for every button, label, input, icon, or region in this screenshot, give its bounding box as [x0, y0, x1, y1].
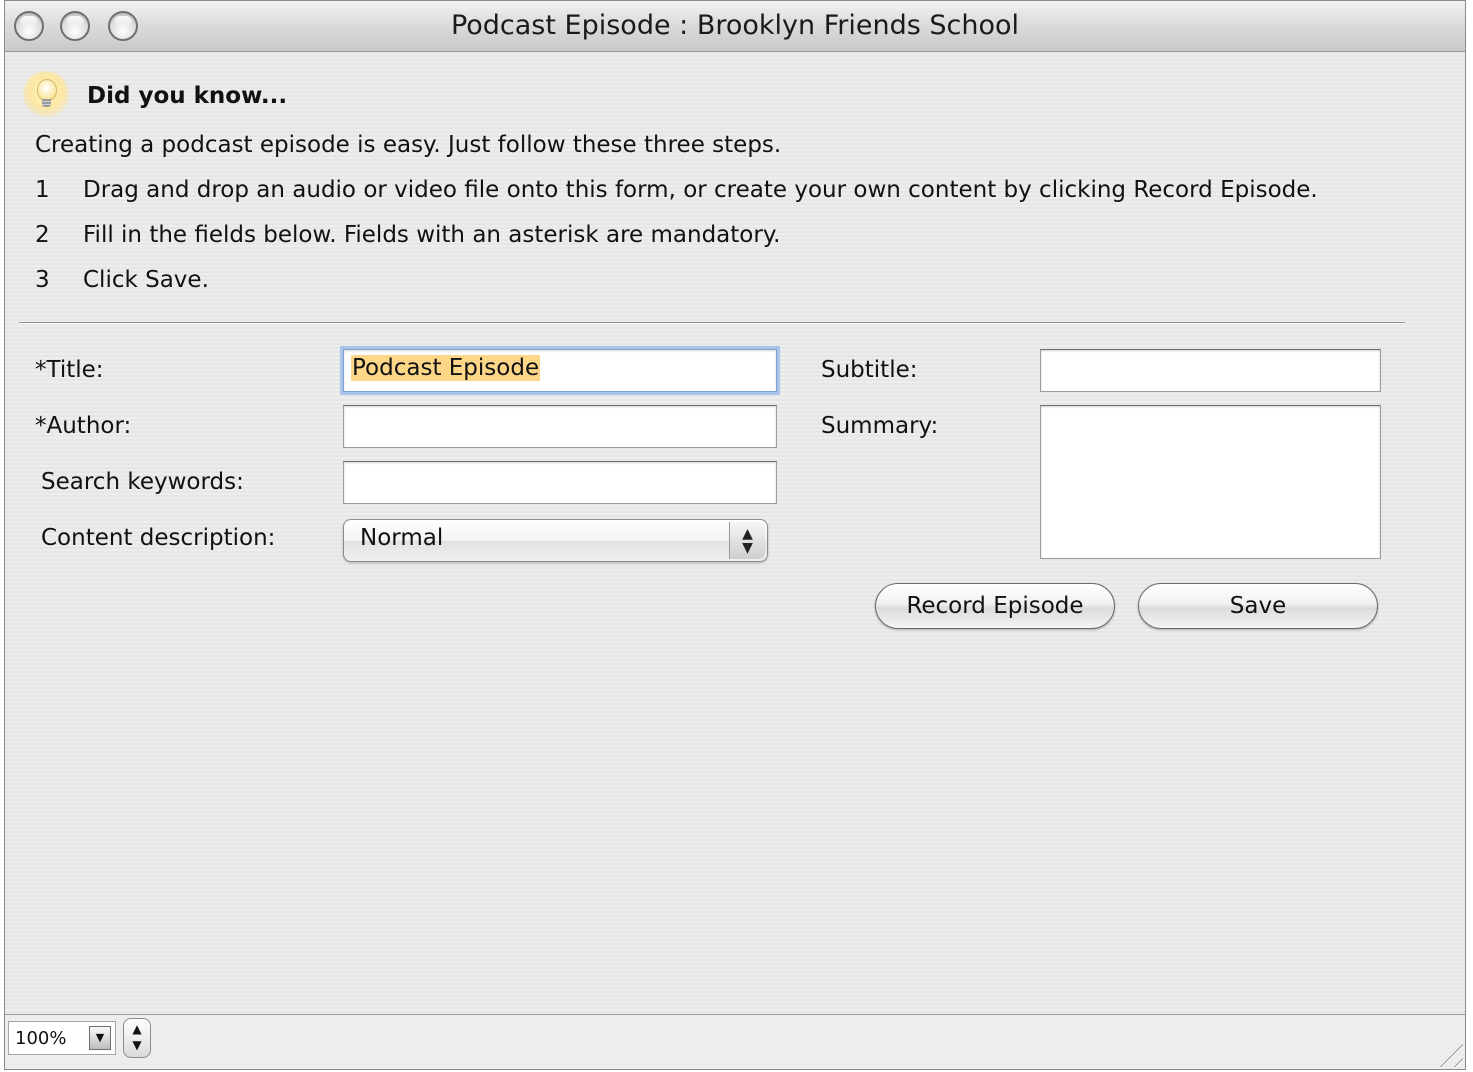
hint-intro: Creating a podcast episode is easy. Just… — [35, 132, 782, 158]
search-keywords-field[interactable] — [343, 461, 777, 504]
title-field-value: Podcast Episode — [351, 355, 541, 381]
subtitle-field[interactable] — [1040, 349, 1381, 392]
zoom-combobox[interactable]: 100% ▼ — [8, 1021, 116, 1055]
author-label: *Author: — [35, 413, 132, 439]
resize-grip-icon[interactable] — [1433, 1037, 1463, 1067]
step-text: Click Save. — [83, 267, 209, 293]
search-keywords-label: Search keywords: — [41, 469, 244, 495]
summary-textarea[interactable] — [1040, 405, 1381, 559]
step-text: Fill in the fields below. Fields with an… — [83, 222, 781, 248]
podcast-episode-window: Podcast Episode : Brooklyn Friends Schoo… — [4, 0, 1466, 1070]
content-description-select[interactable]: Normal ▲ ▼ — [343, 519, 768, 562]
status-bar: 100% ▼ ▲ ▼ — [5, 1014, 1465, 1069]
bulb-glass — [37, 79, 57, 101]
step-number: 1 — [35, 177, 50, 203]
content-description-value: Normal — [360, 525, 444, 551]
section-divider — [19, 322, 1405, 324]
summary-label: Summary: — [821, 413, 939, 439]
lightbulb-icon — [23, 71, 69, 117]
subtitle-label: Subtitle: — [821, 357, 918, 383]
title-label: *Title: — [35, 357, 104, 383]
step-number: 2 — [35, 222, 50, 248]
save-button[interactable]: Save — [1138, 583, 1378, 629]
updown-arrows-icon: ▲ ▼ — [729, 522, 765, 559]
step-number: 3 — [35, 267, 50, 293]
hint-heading: Did you know... — [87, 83, 288, 109]
bulb-base — [42, 99, 51, 107]
zoom-stepper[interactable]: ▲ ▼ — [123, 1018, 151, 1058]
window-title: Podcast Episode : Brooklyn Friends Schoo… — [450, 10, 1020, 41]
author-field[interactable] — [343, 405, 777, 448]
title-bar[interactable]: Podcast Episode : Brooklyn Friends Schoo… — [5, 1, 1465, 52]
dropdown-arrow-icon[interactable]: ▼ — [89, 1026, 111, 1050]
content-description-label: Content description: — [41, 525, 276, 551]
step-text: Drag and drop an audio or video file ont… — [83, 177, 1318, 203]
title-field[interactable]: Podcast Episode — [343, 349, 777, 392]
zoom-value: 100% — [15, 1028, 67, 1049]
record-episode-button[interactable]: Record Episode — [875, 583, 1115, 629]
